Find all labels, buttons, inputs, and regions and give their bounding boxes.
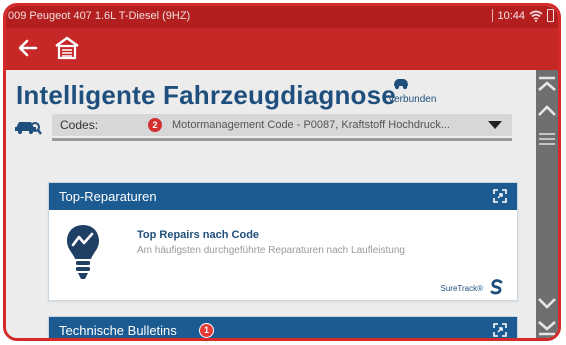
suretrack-logo-icon xyxy=(490,279,503,295)
device-screen-frame: 009 Peugeot 407 1.6L T-Diesel (9HZ) 10:4… xyxy=(3,3,561,341)
status-divider xyxy=(492,9,494,22)
chevron-down-icon xyxy=(538,298,556,309)
connection-label: Verbunden xyxy=(388,94,437,105)
scroll-grip-icon xyxy=(539,133,555,145)
top-nav-bar xyxy=(6,28,558,70)
technical-bulletins-title: Technische Bulletins xyxy=(59,323,177,338)
vehicle-connected-icon xyxy=(394,79,408,90)
scroll-down-button[interactable] xyxy=(536,292,558,314)
codes-dropdown[interactable]: Codes: 2 Motormanagement Code - P0087, K… xyxy=(52,114,512,136)
main-content: Intelligente Fahrzeugdiagnose Verbunden … xyxy=(6,70,536,338)
back-arrow-icon[interactable] xyxy=(16,36,40,60)
expand-icon[interactable] xyxy=(493,189,507,203)
page-title: Intelligente Fahrzeugdiagnose xyxy=(16,80,396,110)
scroll-top-button[interactable] xyxy=(536,74,558,96)
codes-underline xyxy=(52,138,512,141)
expand-icon[interactable] xyxy=(493,323,507,337)
clock: 10:44 xyxy=(497,9,525,22)
status-indicators: 10:44 xyxy=(492,9,554,22)
scroll-to-top-icon xyxy=(538,76,556,91)
battery-icon xyxy=(547,9,554,22)
codes-label: Codes: xyxy=(60,118,99,132)
bulletins-count-badge: 1 xyxy=(199,323,214,338)
codes-row: Codes: 2 Motormanagement Code - P0087, K… xyxy=(12,114,532,141)
technical-bulletins-header: Technische Bulletins 1 xyxy=(49,317,517,338)
status-bar: 009 Peugeot 407 1.6L T-Diesel (9HZ) 10:4… xyxy=(6,6,558,28)
scroll-to-bottom-icon xyxy=(538,321,556,336)
top-repairs-description: Am häufigsten durchgeführte Reparaturen … xyxy=(137,245,405,256)
lightbulb-icon xyxy=(67,225,99,279)
car-scan-icon xyxy=(15,122,42,135)
scroll-up-button[interactable] xyxy=(536,100,558,122)
suretrack-brand: SureTrack® xyxy=(440,284,484,293)
chevron-up-icon xyxy=(538,105,556,116)
vehicle-title: 009 Peugeot 407 1.6L T-Diesel (9HZ) xyxy=(8,10,191,22)
technical-bulletins-card: Technische Bulletins 1 xyxy=(48,316,518,338)
top-repairs-title: Top-Reparaturen xyxy=(59,189,157,204)
scroll-handle[interactable] xyxy=(536,128,558,150)
wifi-icon xyxy=(529,10,543,22)
top-repairs-card: Top-Reparaturen Top Repairs nach Code Am… xyxy=(48,182,518,301)
home-garage-icon[interactable] xyxy=(54,35,80,61)
codes-selected-value: Motormanagement Code - P0087, Kraftstoff… xyxy=(172,119,450,131)
top-repairs-by-code-link[interactable]: Top Repairs nach Code xyxy=(137,229,259,241)
codes-count-badge: 2 xyxy=(148,118,162,132)
scroll-rail xyxy=(536,70,558,338)
top-repairs-header: Top-Reparaturen xyxy=(49,183,517,210)
chevron-down-icon xyxy=(488,121,502,129)
scroll-bottom-button[interactable] xyxy=(536,316,558,338)
